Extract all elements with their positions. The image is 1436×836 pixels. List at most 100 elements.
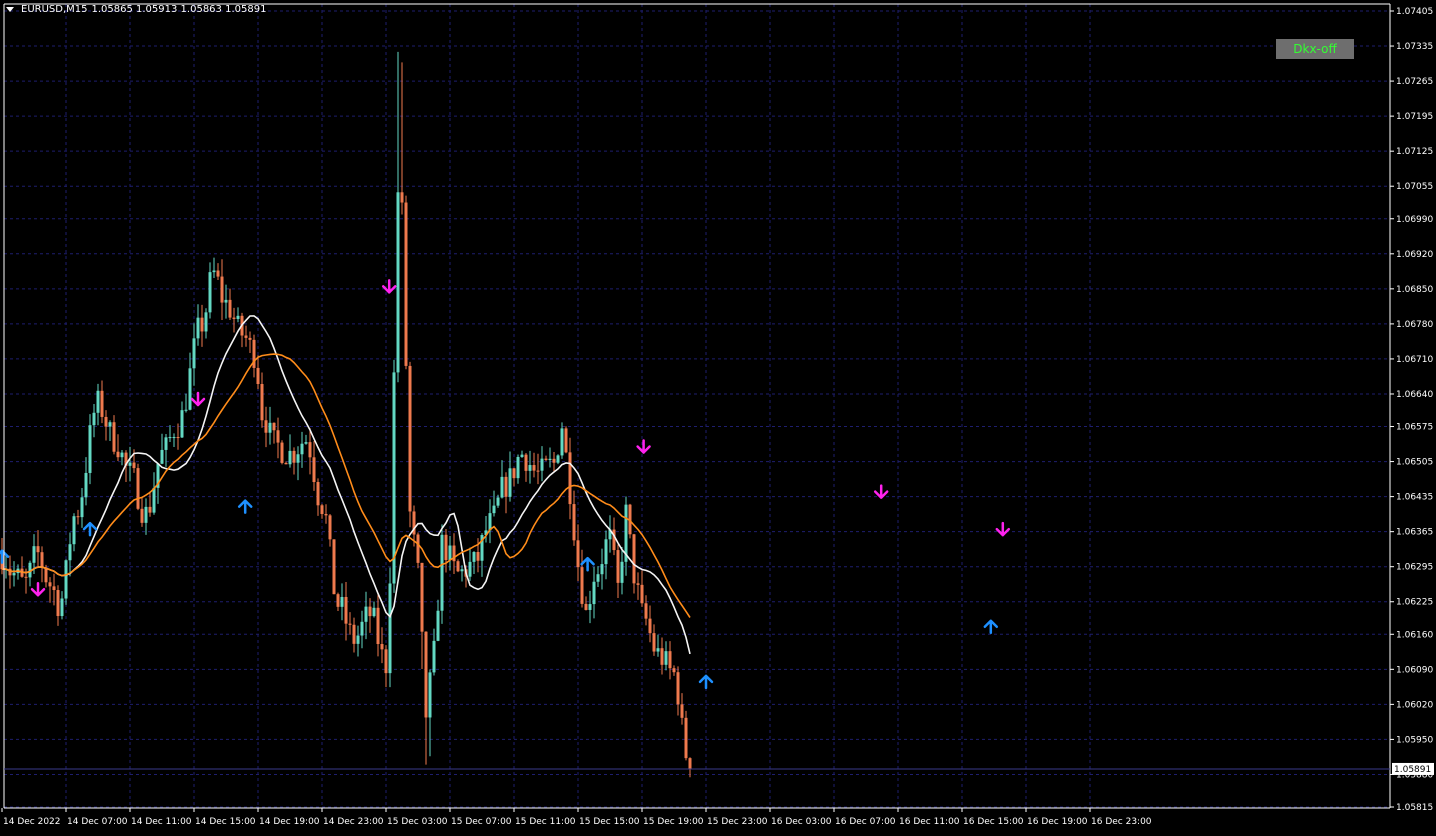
candle-body <box>472 552 476 562</box>
candle-body <box>360 621 364 636</box>
candle-body <box>348 623 352 625</box>
candle-body <box>496 497 500 506</box>
candle-body <box>276 430 280 443</box>
candle-body <box>416 534 420 563</box>
candle-body <box>596 574 600 582</box>
chart-svg: 1.07405 1.07335 1.07265 1.07195 1.07125 1.070… <box>0 0 1436 832</box>
candle-body <box>164 437 168 450</box>
candle-body <box>204 312 208 332</box>
candle-body <box>228 299 232 318</box>
dropdown-triangle-icon[interactable] <box>6 7 14 12</box>
candle-body <box>420 562 424 632</box>
candle-body <box>372 607 376 617</box>
candle-body <box>364 606 368 622</box>
candle-body <box>564 428 568 453</box>
candle-body <box>184 409 188 411</box>
y-tick-label: 1.06090 <box>1396 665 1433 675</box>
candle-body <box>44 567 48 583</box>
candle-body <box>448 545 452 561</box>
candle-body <box>292 450 296 463</box>
candle-body <box>588 604 592 610</box>
candle-body <box>236 315 240 319</box>
candle-body <box>76 516 80 518</box>
candle-body <box>332 539 336 595</box>
candle-body <box>196 317 200 339</box>
y-tick-label: 1.06505 <box>1396 458 1433 468</box>
candle-body <box>512 468 516 479</box>
candle-body <box>72 516 76 545</box>
candle-body <box>288 450 292 465</box>
symbol-info[interactable]: EURUSD,M15 1.05865 1.05913 1.05863 1.058… <box>6 4 266 15</box>
candle-body <box>264 420 268 433</box>
candle-body <box>64 560 68 599</box>
candle-body <box>520 454 524 457</box>
candle-body <box>320 505 324 515</box>
candle-body <box>616 550 620 583</box>
candle-body <box>356 635 360 644</box>
candle-body <box>272 422 276 431</box>
chart-canvas[interactable]: 1.07405 1.07335 1.07265 1.07195 1.07125 1.070… <box>0 0 1436 832</box>
candle-body <box>620 561 624 583</box>
candle-body <box>436 610 440 641</box>
y-tick-label: 1.06575 <box>1396 423 1433 433</box>
candle-body <box>444 534 448 561</box>
candle-body <box>384 649 388 674</box>
candle-body <box>516 456 520 479</box>
candle-body <box>96 390 100 413</box>
x-tick-label: 16 Dec 03:00 <box>771 817 832 827</box>
x-tick-label: 16 Dec 07:00 <box>835 817 896 827</box>
candle-body <box>32 546 36 563</box>
candle-body <box>308 442 312 458</box>
candle-body <box>328 515 332 540</box>
candle-body <box>492 505 496 514</box>
y-tick-label: 1.07195 <box>1396 112 1433 122</box>
candle-body <box>388 583 392 674</box>
candle-body <box>532 465 536 471</box>
candle-body <box>488 513 492 531</box>
candle-body <box>576 540 580 568</box>
candle-body <box>544 458 548 460</box>
candle-body <box>56 590 60 617</box>
candle-body <box>344 596 348 624</box>
candle-body <box>176 437 180 439</box>
candle-body <box>60 598 64 617</box>
candle-body <box>536 470 540 472</box>
candle-body <box>284 462 288 465</box>
candle-body <box>144 506 148 523</box>
y-tick-label: 1.06640 <box>1396 390 1433 400</box>
candle-body <box>104 416 108 427</box>
x-tick-label: 16 Dec 19:00 <box>1027 817 1088 827</box>
x-tick-label: 14 Dec 2022 <box>3 817 61 827</box>
candle-body <box>468 561 472 577</box>
candle-body <box>232 317 236 319</box>
candle-body <box>116 451 120 458</box>
candle-body <box>188 368 192 410</box>
candle-body <box>140 508 144 523</box>
candle-body <box>652 633 656 652</box>
candle-body <box>592 581 596 605</box>
candle-body <box>108 422 112 427</box>
candle-body <box>656 648 660 652</box>
candle-body <box>88 425 92 473</box>
x-tick-label: 14 Dec 11:00 <box>131 817 192 827</box>
dkx-toggle-button[interactable]: Dkx-off <box>1276 39 1354 59</box>
candle-body <box>200 317 204 332</box>
candle-body <box>572 504 576 541</box>
candle-body <box>112 422 116 452</box>
candle-body <box>524 454 528 471</box>
x-tick-label: 14 Dec 15:00 <box>195 817 256 827</box>
candle-body <box>80 497 84 518</box>
chart-background <box>0 0 1436 832</box>
y-tick-label: 1.06780 <box>1396 320 1433 330</box>
candle-body <box>168 437 172 439</box>
candle-body <box>504 476 508 497</box>
candle-body <box>244 335 248 338</box>
candle-body <box>460 569 464 572</box>
y-tick-label: 1.06850 <box>1396 285 1433 295</box>
candle-body <box>684 717 688 759</box>
candle-body <box>540 458 544 471</box>
y-tick-label: 1.07125 <box>1396 147 1433 157</box>
candle-body <box>40 552 44 568</box>
x-tick-label: 15 Dec 07:00 <box>451 817 512 827</box>
candle-body <box>668 651 672 669</box>
